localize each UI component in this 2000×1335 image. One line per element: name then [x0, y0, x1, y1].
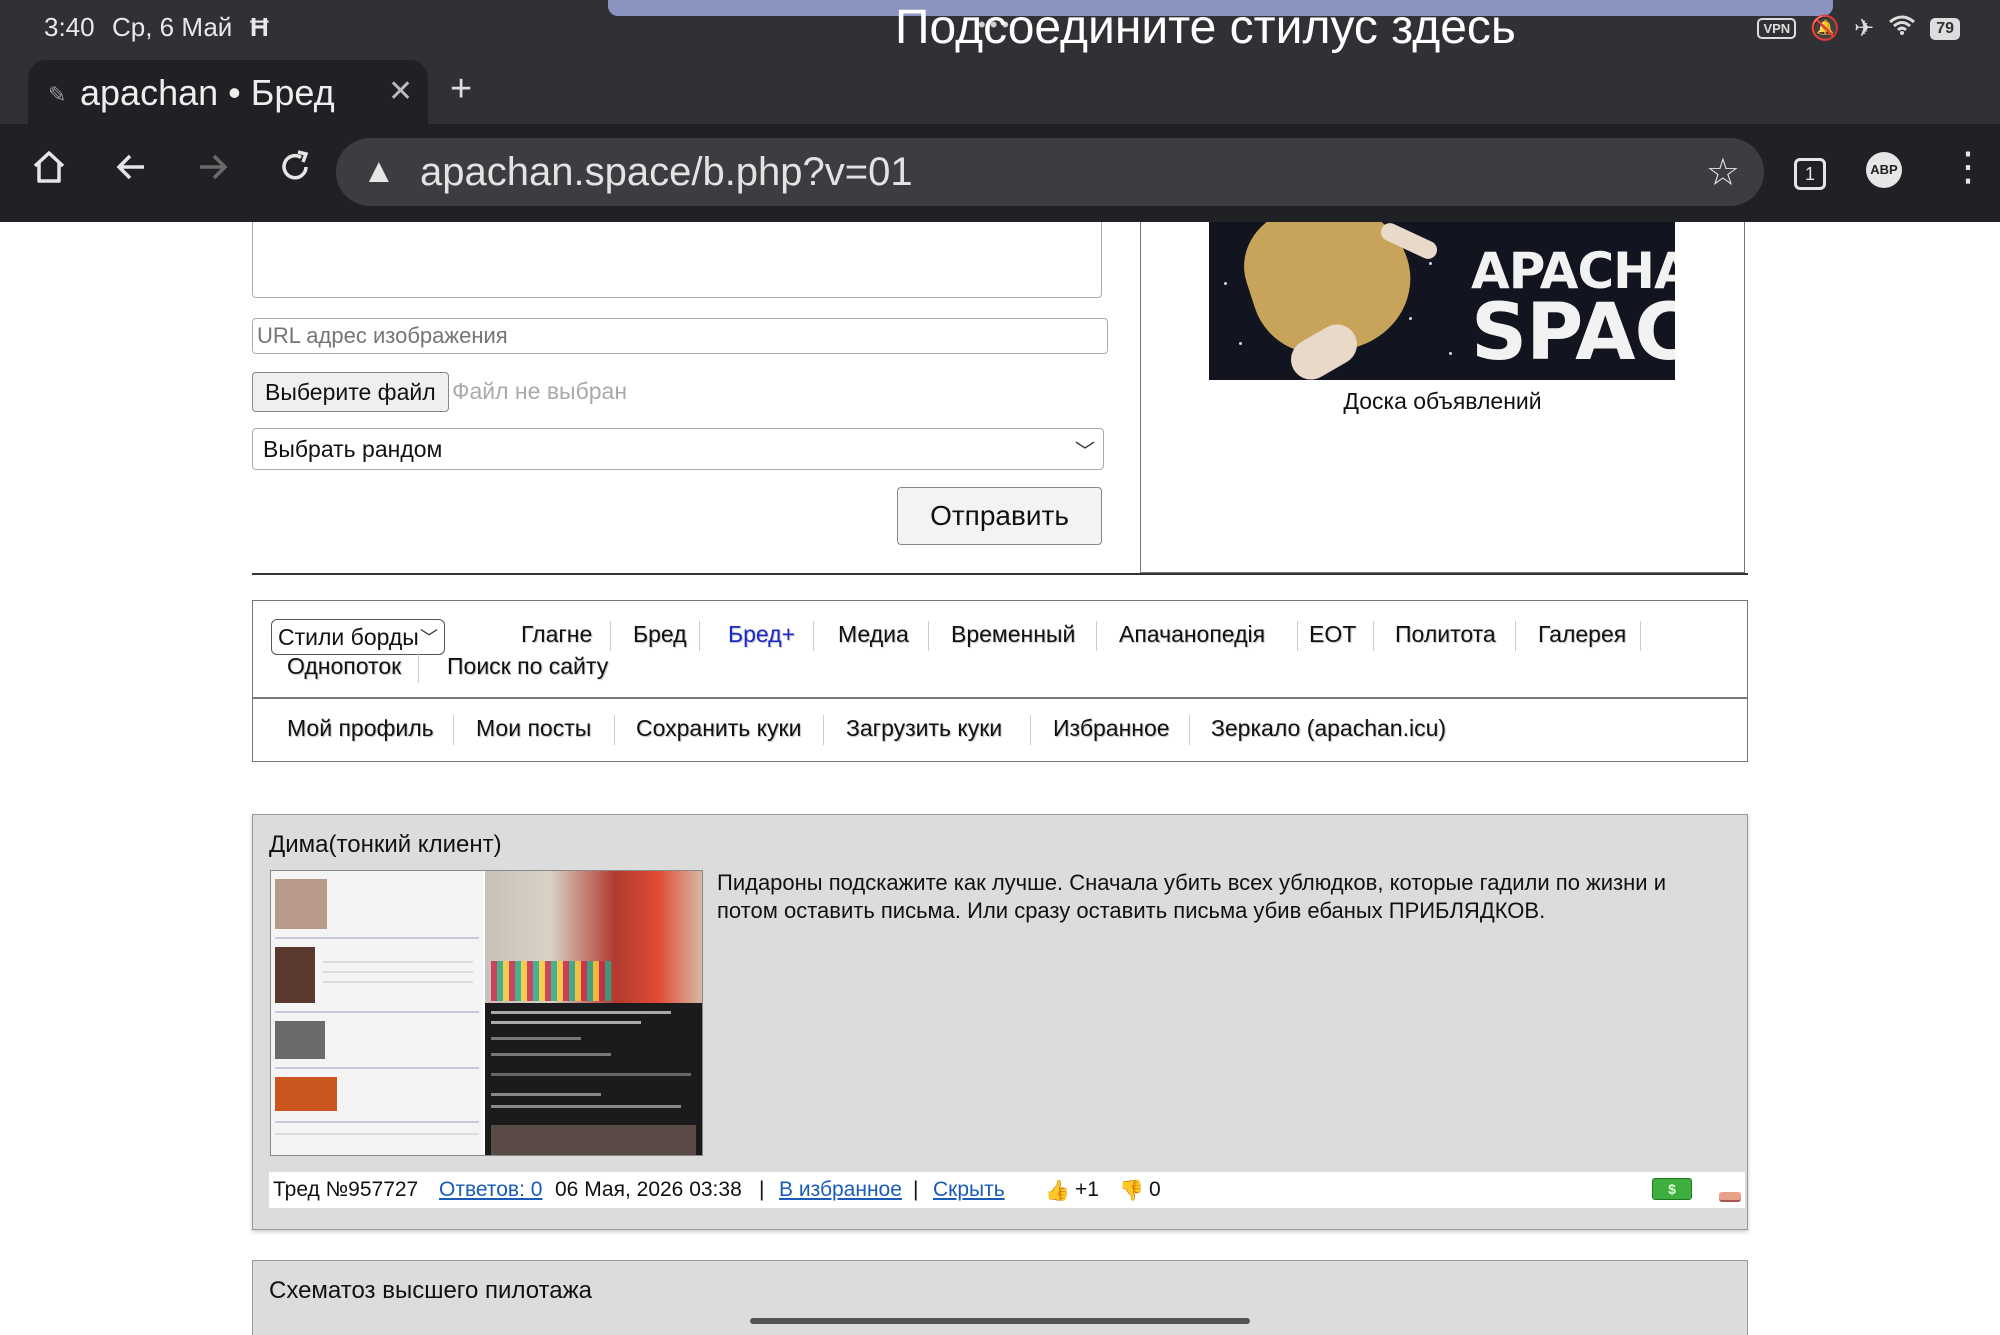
thread-footer: Тред №957727 Ответов: 0 06 Мая, 2026 03:… [269, 1172, 1745, 1208]
favicon-icon: ✎ [48, 82, 67, 107]
star-icon[interactable]: ☆ [1706, 150, 1740, 195]
nav-link-mirror[interactable]: Зеркало (apachan.icu) [1211, 715, 1446, 742]
back-icon[interactable] [112, 148, 150, 193]
thread-number: Тред №957727 [273, 1178, 419, 1201]
user-nav: Мой профиль Мои посты Сохранить куки Заг… [252, 698, 1748, 762]
forward-icon[interactable] [194, 148, 232, 193]
image-url-input[interactable] [252, 318, 1108, 354]
nav-link-load-cookies[interactable]: Загрузить куки [846, 715, 1002, 742]
styles-select[interactable]: Стили борды ﹀ [271, 619, 445, 655]
divider [252, 573, 1748, 575]
dislikes-count: 0 [1149, 1178, 1161, 1201]
menu-icon[interactable]: ⋮ [1948, 144, 1988, 190]
chevron-down-icon: ﹀ [1075, 441, 1095, 463]
address-bar[interactable]: ▲ apachan.space/b.php?v=01 ☆ [336, 138, 1764, 206]
status-date: Ср, 6 Май [112, 12, 233, 42]
favorite-link[interactable]: В избранное [779, 1178, 902, 1202]
file-status: Файл не выбран [452, 378, 628, 404]
new-tab-button[interactable]: + [450, 68, 472, 111]
nav-link-favorites[interactable]: Избранное [1053, 715, 1170, 742]
nav-link-glagne[interactable]: Глагне [521, 621, 592, 648]
nav-link-profile[interactable]: Мой профиль [287, 715, 434, 742]
tab-strip: ✎ apachan • Бред ✕ + [0, 56, 2000, 124]
nav-link-gallery[interactable]: Галерея [1538, 621, 1626, 648]
nav-link-my-posts[interactable]: Мои посты [476, 715, 591, 742]
board-nav: Стили борды ﹀ Глагне Бред Бред+ Медиа Вр… [252, 600, 1748, 698]
banner-image[interactable]: APACHAN SPACE [1209, 222, 1675, 380]
battery-icon: 79 [1930, 17, 1960, 40]
nav-link-media[interactable]: Медиа [838, 621, 909, 648]
thread-title[interactable]: Дима(тонкий клиент) [269, 831, 502, 859]
thread-image[interactable] [270, 870, 703, 1156]
home-icon[interactable] [30, 148, 68, 193]
tab-title: apachan • Бред [80, 72, 335, 113]
banner-caption: Доска объявлений [1343, 388, 1542, 414]
nav-link-odnopotok[interactable]: Однопоток [287, 653, 401, 680]
choose-file-button[interactable]: Выберите файл [252, 372, 449, 412]
airplane-icon: ✈ [1854, 15, 1875, 42]
thread-date: 06 Мая, 2026 03:38 [555, 1178, 742, 1201]
page-content: Выберите файл Файл не выбран Выбрать ран… [0, 222, 2000, 1335]
browser-tab[interactable]: ✎ apachan • Бред ✕ [28, 60, 428, 124]
wifi-icon [1888, 14, 1916, 43]
nav-link-bred-plus[interactable]: Бред+ [728, 621, 795, 648]
nav-link-vremenny[interactable]: Временный [951, 621, 1075, 648]
nav-link-politota[interactable]: Политота [1395, 621, 1496, 648]
money-icon[interactable]: $ [1652, 1178, 1692, 1200]
comment-textarea[interactable] [252, 222, 1102, 298]
warning-icon[interactable]: ▲ [362, 152, 396, 191]
stylus-hint: Подсоедините стилус здесь [895, 1, 1516, 54]
banner-box: APACHAN SPACE Доска объявлений [1140, 222, 1745, 573]
tab-switcher-icon[interactable]: 1 [1794, 158, 1826, 190]
thread-card: Дима(тонкий клиент) Пидароны подскажите … [252, 814, 1748, 1230]
thumbs-down-icon[interactable]: 👎 [1119, 1178, 1144, 1203]
replies-link[interactable]: Ответов: 0 [439, 1178, 542, 1202]
chevron-down-icon: ﹀ [420, 628, 438, 648]
url-text[interactable]: apachan.space/b.php?v=01 [420, 150, 913, 195]
close-tab-icon[interactable]: ✕ [388, 74, 413, 109]
vpn-icon: VPN [1757, 18, 1797, 39]
random-select-value: Выбрать рандом [263, 436, 443, 462]
thumbs-up-icon[interactable]: 👍 [1045, 1178, 1070, 1203]
status-icons: VPN 🔕 ✈ 79 [1757, 14, 1960, 43]
nav-link-save-cookies[interactable]: Сохранить куки [636, 715, 801, 742]
random-select[interactable]: Выбрать рандом ﹀ [252, 428, 1104, 470]
screenshot-right [485, 871, 702, 1155]
status-time: 3:40 [44, 12, 95, 42]
nav-link-apachanopedia[interactable]: Апачанопедія [1119, 621, 1265, 648]
post-text: Пидароны подскажите как лучше. Сначала у… [717, 870, 1666, 923]
mute-icon: 🔕 [1810, 15, 1841, 42]
eraser-icon[interactable] [1719, 1192, 1741, 1202]
thread-title[interactable]: Схематоз высшего пилотажа [269, 1277, 592, 1305]
hide-link[interactable]: Скрыть [933, 1178, 1005, 1202]
nav-link-eot[interactable]: EOT [1309, 621, 1356, 648]
nav-link-search[interactable]: Поиск по сайту [447, 653, 608, 680]
browser-toolbar: ▲ apachan.space/b.php?v=01 ☆ 1 ABP ⋮ [0, 124, 2000, 222]
nav-link-bred[interactable]: Бред [633, 621, 687, 648]
adblock-icon[interactable]: ABP [1866, 152, 1902, 188]
home-indicator[interactable] [750, 1318, 1250, 1324]
status-notification-icon: Ħ [250, 12, 269, 42]
likes-count: +1 [1075, 1178, 1099, 1201]
reload-icon[interactable] [276, 148, 314, 193]
site-logo: APACHAN SPACE [1471, 242, 1675, 378]
submit-button[interactable]: Отправить [897, 487, 1102, 545]
screenshot-left [271, 871, 483, 1155]
